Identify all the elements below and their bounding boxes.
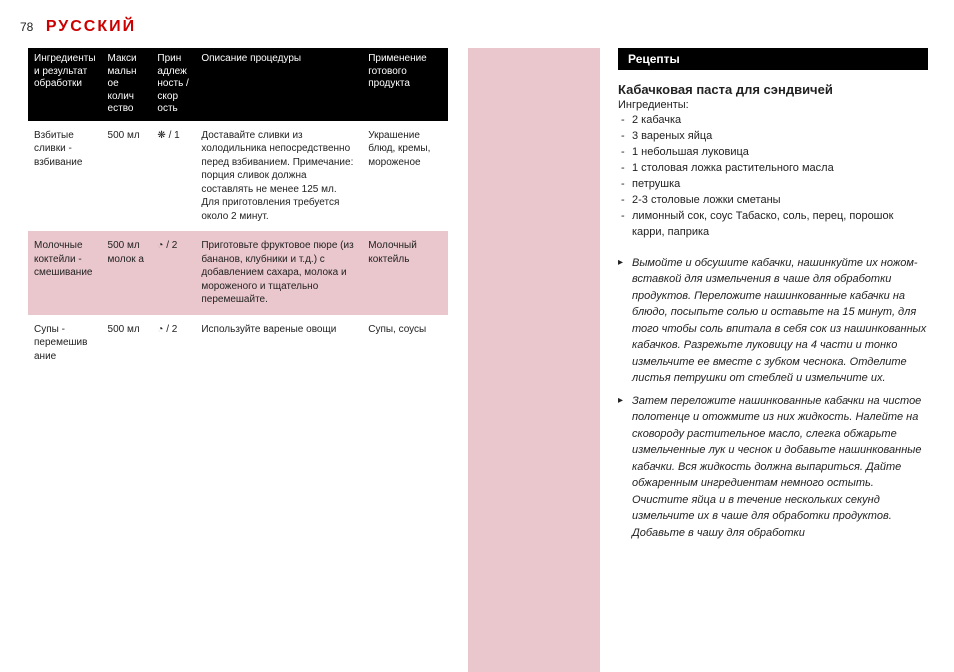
table-row: Взбитые сливки - взбивание 500 мл ❋ / 1 … <box>28 121 448 232</box>
recipes-section-title: Рецепты <box>618 48 928 70</box>
divider-strip <box>468 48 600 672</box>
cell-usage: Молочный коктейль <box>362 231 448 315</box>
ingredient-item: лимонный сок, соус Табаско, соль, перец,… <box>618 209 928 241</box>
cell-procedure: Доставайте сливки из холодильника непоср… <box>195 121 362 232</box>
table-row: Молочные коктейли - смешивание 500 мл мо… <box>28 231 448 315</box>
speed-text: / 2 <box>163 324 177 335</box>
cell-ingredients: Молочные коктейли - смешивание <box>28 231 102 315</box>
page-header: 78 РУССКИЙ <box>20 18 136 36</box>
cell-procedure: Приготовьте фруктовое пюре (из бананов, … <box>195 231 362 315</box>
th-attachment-speed: Прин адлеж ность /скор ость <box>151 48 195 121</box>
processing-table: Ингредиенты и результат обработки Макси … <box>28 48 448 371</box>
cell-usage: Украшение блюд, кремы, мороженое <box>362 121 448 232</box>
recipe-step: Вымойте и обсушите кабачки, нашинкуйте и… <box>618 255 928 387</box>
ingredients-list: 2 кабачка 3 вареных яйца 1 небольшая лук… <box>618 113 928 241</box>
left-column: Ингредиенты и результат обработки Макси … <box>28 48 448 371</box>
recipe-title: Кабачковая паста для сэндвичей <box>618 82 928 97</box>
th-procedure: Описание процедуры <box>195 48 362 121</box>
ingredient-item: петрушка <box>618 177 928 193</box>
speed-text: / 1 <box>166 130 180 141</box>
cell-max-qty: 500 мл молок а <box>102 231 152 315</box>
cell-max-qty: 500 мл <box>102 315 152 372</box>
page-number: 78 <box>20 20 33 34</box>
table-body: Взбитые сливки - взбивание 500 мл ❋ / 1 … <box>28 121 448 372</box>
cell-max-qty: 500 мл <box>102 121 152 232</box>
cell-procedure: Используйте вареные овощи <box>195 315 362 372</box>
manual-page: 78 РУССКИЙ Ингредиенты и результат обраб… <box>0 0 954 672</box>
ingredient-item: 2 кабачка <box>618 113 928 129</box>
ingredient-item: 1 небольшая луковица <box>618 145 928 161</box>
cell-ingredients: Взбитые сливки - взбивание <box>28 121 102 232</box>
th-ingredients: Ингредиенты и результат обработки <box>28 48 102 121</box>
cell-ingredients: Супы - перемешив ание <box>28 315 102 372</box>
cell-attachment-speed: ❋ / 1 <box>151 121 195 232</box>
th-usage: Применение готового продукта <box>362 48 448 121</box>
speed-text: / 2 <box>163 240 177 251</box>
recipe-steps: Вымойте и обсушите кабачки, нашинкуйте и… <box>618 255 928 542</box>
right-column: Рецепты Кабачковая паста для сэндвичей И… <box>618 48 928 547</box>
language-title: РУССКИЙ <box>46 18 136 35</box>
sun-icon: ❋ <box>157 129 165 143</box>
ingredient-item: 1 столовая ложка растительного масла <box>618 161 928 177</box>
table-row: Супы - перемешив ание 500 мл ◔ / 2 Испол… <box>28 315 448 372</box>
cell-usage: Супы, соусы <box>362 315 448 372</box>
ingredient-item: 2-3 столовые ложки сметаны <box>618 193 928 209</box>
cell-attachment-speed: ◔ / 2 <box>151 231 195 315</box>
recipe-step: Затем переложите нашинкованные кабачки н… <box>618 393 928 542</box>
table-header: Ингредиенты и результат обработки Макси … <box>28 48 448 121</box>
th-max-qty: Макси мальн ое колич ество <box>102 48 152 121</box>
cell-attachment-speed: ◔ / 2 <box>151 315 195 372</box>
ingredient-item: 3 вареных яйца <box>618 129 928 145</box>
ingredients-label: Ингредиенты: <box>618 99 928 111</box>
